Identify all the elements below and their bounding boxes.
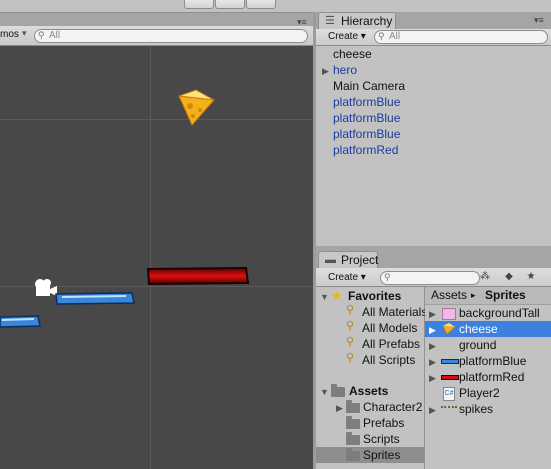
breadcrumb-separator: ▸ xyxy=(471,290,476,300)
search-filter-icon: ⚲ xyxy=(346,352,355,364)
gizmos-dropdown[interactable]: mos xyxy=(0,29,19,40)
tab-project[interactable]: ▬ Project xyxy=(318,251,378,268)
filter-by-type-icon[interactable]: ⁂ xyxy=(478,271,492,283)
hierarchy-icon: ☰ xyxy=(325,15,335,27)
expand-arrow-icon[interactable]: ▶ xyxy=(336,403,343,414)
favorites-header[interactable]: Favorites xyxy=(348,288,401,304)
folder-icon xyxy=(346,448,360,461)
hierarchy-list: cheese ▶ hero Main Camera platformBlue p… xyxy=(316,46,551,246)
pause-button[interactable] xyxy=(215,0,245,9)
folder-icon xyxy=(346,416,360,429)
project-create-button[interactable]: Create ▾ xyxy=(322,271,372,284)
grid-line xyxy=(0,119,313,120)
asset-item[interactable]: Player2 xyxy=(459,385,500,401)
hierarchy-create-button[interactable]: Create ▾ xyxy=(322,30,372,43)
cheese-sprite[interactable] xyxy=(176,88,218,128)
favorite-item[interactable]: All Scripts xyxy=(362,352,415,368)
folder-item[interactable]: Scripts xyxy=(363,431,400,447)
project-folder-tree: ▼ ★ Favorites ⚲ All Materials ⚲ All Mode… xyxy=(316,287,427,469)
blue-platform-sprite[interactable] xyxy=(54,291,136,306)
spikes-sprite-icon xyxy=(441,406,457,412)
panel-menu-icon[interactable]: ▾≡ xyxy=(297,17,307,28)
asset-item[interactable]: backgroundTall xyxy=(459,305,540,321)
collapse-arrow-icon[interactable]: ▼ xyxy=(320,292,329,302)
search-icon: ⚲ xyxy=(378,31,385,41)
favorite-star-icon[interactable]: ★ xyxy=(524,271,538,283)
hierarchy-item[interactable]: hero xyxy=(333,62,357,78)
search-filter-icon: ⚲ xyxy=(346,320,355,332)
asset-item[interactable]: cheese xyxy=(459,321,498,337)
breadcrumb-current[interactable]: Sprites xyxy=(485,287,526,303)
hierarchy-tabbar: ☰ Hierarchy ▾≡ xyxy=(316,12,551,30)
scene-toolbar: mos ▾ ⚲ All ▾≡ xyxy=(0,17,313,46)
grid-line xyxy=(150,46,151,469)
breadcrumb-root[interactable]: Assets xyxy=(431,287,467,303)
expand-arrow-icon[interactable]: ▶ xyxy=(429,341,436,352)
folder-icon xyxy=(346,432,360,445)
folder-item[interactable]: Sprites xyxy=(363,447,400,463)
hierarchy-item[interactable]: Main Camera xyxy=(333,78,405,94)
blue-platform-sprite-icon xyxy=(441,359,459,364)
expand-arrow-icon[interactable]: ▶ xyxy=(429,405,436,416)
script-icon: C# xyxy=(443,387,455,401)
project-search-input[interactable]: ⚲ xyxy=(380,271,480,285)
red-platform-sprite[interactable] xyxy=(146,266,250,286)
filter-by-label-icon[interactable]: ◆ xyxy=(502,271,516,283)
project-asset-list: Assets ▸ Sprites ▶ backgroundTall ▶ chee… xyxy=(425,287,551,469)
expand-arrow-icon[interactable]: ▶ xyxy=(429,325,436,336)
search-icon: ⚲ xyxy=(384,272,391,282)
hierarchy-item[interactable]: platformRed xyxy=(333,142,398,158)
assets-header[interactable]: Assets xyxy=(349,383,388,399)
scene-view[interactable] xyxy=(0,46,313,469)
step-button[interactable] xyxy=(246,0,276,9)
hierarchy-item[interactable]: platformBlue xyxy=(333,94,400,110)
red-platform-sprite-icon xyxy=(441,375,459,380)
search-filter-icon: ⚲ xyxy=(346,336,355,348)
folder-icon xyxy=(346,400,360,413)
scene-search-input[interactable]: ⚲ All xyxy=(34,29,308,43)
hierarchy-item[interactable]: cheese xyxy=(333,46,372,62)
expand-arrow-icon[interactable]: ▶ xyxy=(429,357,436,368)
hierarchy-search-input[interactable]: ⚲ All xyxy=(374,30,548,44)
hierarchy-item[interactable]: platformBlue xyxy=(333,110,400,126)
tab-hierarchy[interactable]: ☰ Hierarchy xyxy=(318,12,396,29)
asset-item[interactable]: platformBlue xyxy=(459,353,526,369)
folder-item[interactable]: Prefabs xyxy=(363,415,404,431)
search-filter-icon: ⚲ xyxy=(346,304,355,316)
favorites-star-icon: ★ xyxy=(331,288,343,303)
breadcrumb: Assets ▸ Sprites xyxy=(425,287,551,305)
hierarchy-toolbar: Create ▾ ⚲ All xyxy=(316,29,551,46)
expand-arrow-icon[interactable]: ▶ xyxy=(429,309,436,320)
folder-icon xyxy=(331,384,345,397)
project-toolbar: Create ▾ ⚲ ⁂ ◆ ★ xyxy=(316,268,551,287)
panel-menu-icon[interactable]: ▾≡ xyxy=(534,15,544,26)
blue-platform-sprite[interactable] xyxy=(0,314,42,329)
cheese-sprite-icon xyxy=(442,323,456,335)
ground-sprite-icon xyxy=(442,341,454,351)
favorite-item[interactable]: All Prefabs xyxy=(362,336,420,352)
search-icon: ⚲ xyxy=(38,30,45,40)
hierarchy-item[interactable]: platformBlue xyxy=(333,126,400,142)
folder-tab-icon: ▬ xyxy=(325,254,336,266)
background-sprite-icon xyxy=(442,308,456,320)
play-button[interactable] xyxy=(184,0,214,9)
project-tabbar: ▬ Project xyxy=(316,251,551,269)
expand-arrow-icon[interactable]: ▶ xyxy=(322,66,329,77)
asset-item[interactable]: ground xyxy=(459,337,496,353)
favorite-item[interactable]: All Materials xyxy=(362,304,427,320)
folder-item[interactable]: Character2D xyxy=(363,399,423,415)
favorite-item[interactable]: All Models xyxy=(362,320,417,336)
asset-item[interactable]: platformRed xyxy=(459,369,524,385)
collapse-arrow-icon[interactable]: ▼ xyxy=(320,387,329,397)
gizmos-dropdown-arrow[interactable]: ▾ xyxy=(22,28,27,39)
expand-arrow-icon[interactable]: ▶ xyxy=(429,373,436,384)
asset-item[interactable]: spikes xyxy=(459,401,493,417)
